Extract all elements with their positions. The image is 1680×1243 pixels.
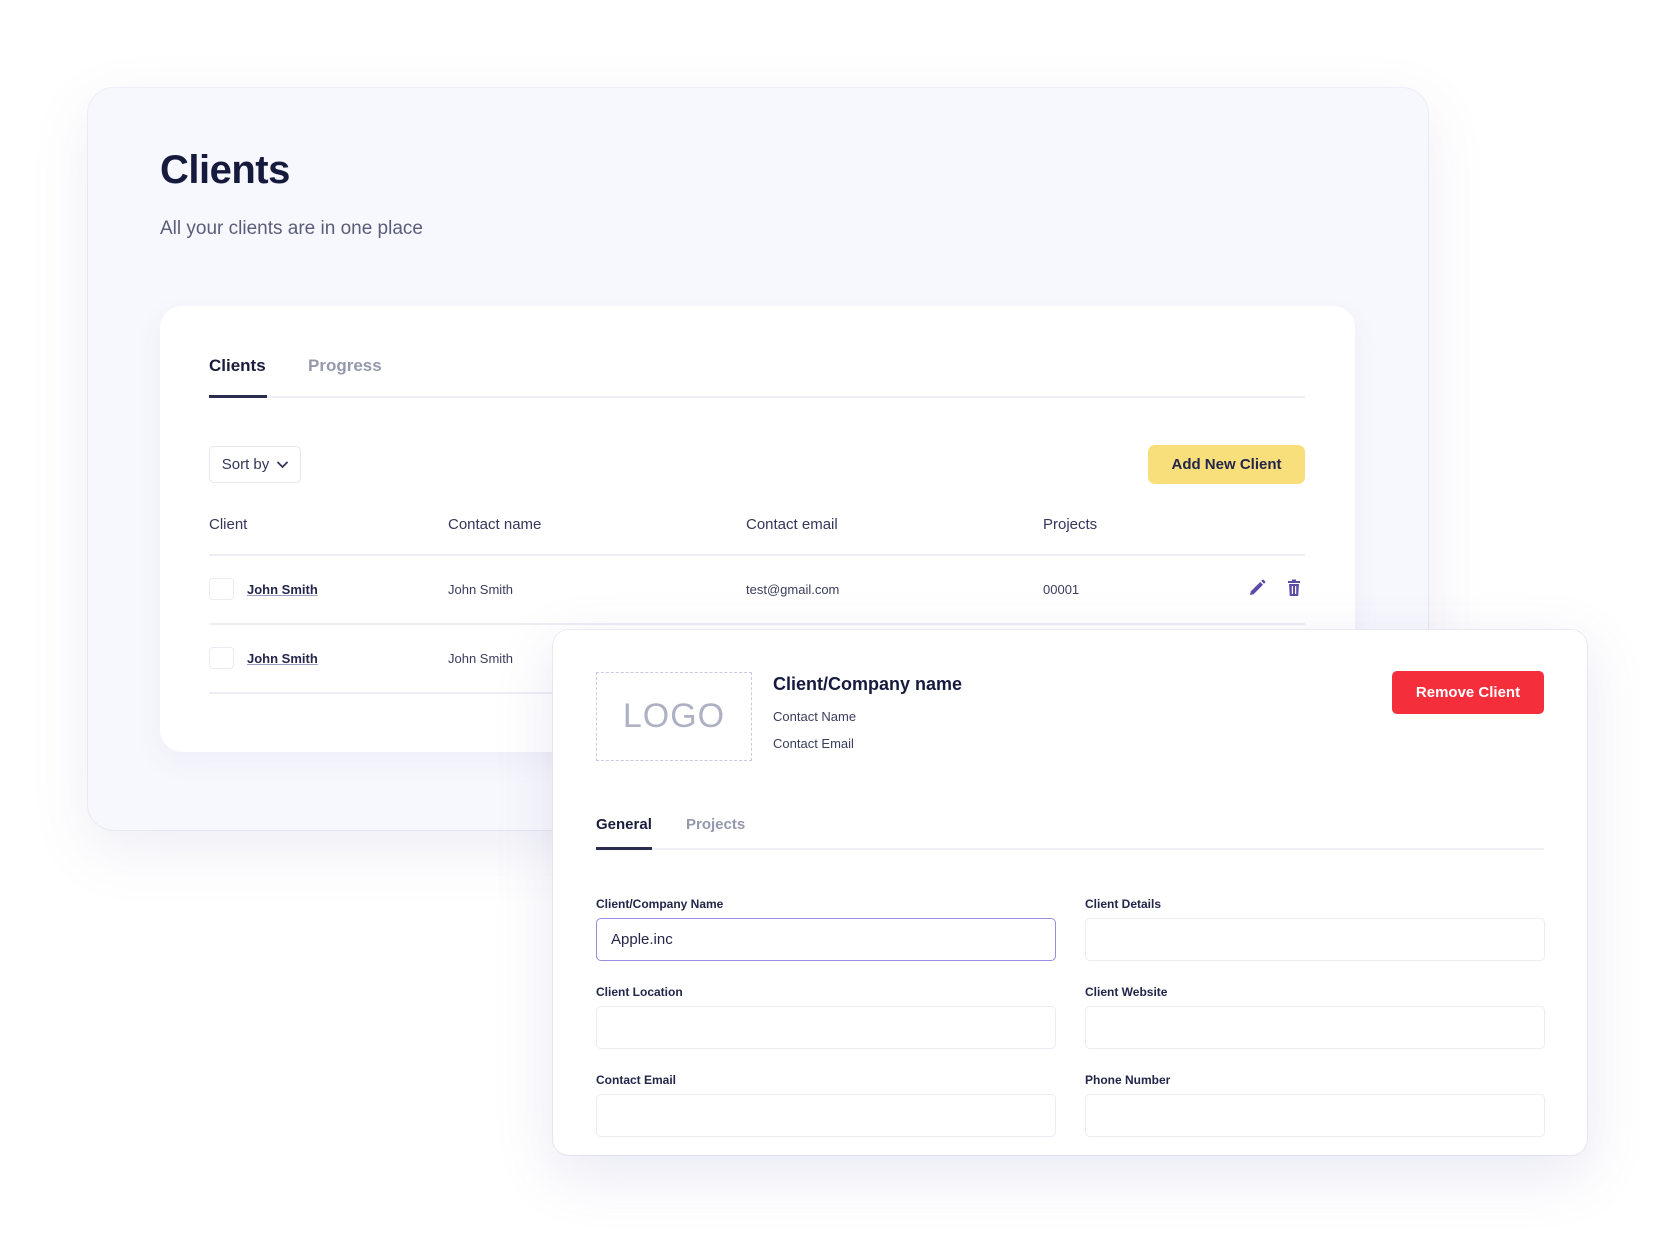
add-new-client-button[interactable]: Add New Client	[1148, 445, 1305, 484]
client-details-input[interactable]	[1085, 918, 1545, 961]
client-company-name: Client/Company name	[773, 674, 963, 694]
contact-name-cell: John Smith	[448, 651, 514, 666]
client-location-label: Client Location	[596, 985, 683, 999]
phone-number-input[interactable]	[1085, 1094, 1545, 1137]
row-checkbox[interactable]	[209, 578, 234, 600]
sort-by-dropdown[interactable]: Sort by	[209, 446, 301, 483]
sort-by-label: Sort by	[221, 456, 270, 473]
tab-clients[interactable]: Clients	[209, 356, 266, 376]
list-tabs: Clients Progress	[209, 306, 1305, 398]
projects-cell: 00001	[1043, 582, 1080, 597]
table-header: Client Contact name Contact email Projec…	[209, 502, 1305, 556]
client-website-label: Client Website	[1085, 985, 1168, 999]
company-name-input[interactable]	[596, 918, 1056, 961]
company-name-label: Client/Company Name	[596, 897, 724, 911]
trash-icon[interactable]	[1284, 578, 1304, 598]
chevron-down-icon	[277, 461, 289, 468]
active-tab-indicator	[209, 395, 267, 398]
client-name-link[interactable]: John Smith	[247, 651, 318, 666]
remove-client-button[interactable]: Remove Client	[1392, 671, 1544, 714]
client-location-input[interactable]	[596, 1006, 1056, 1049]
contact-name-cell: John Smith	[448, 582, 514, 597]
page-title: Clients	[160, 148, 290, 192]
contact-email-cell: test@gmail.com	[746, 582, 840, 597]
client-details-label: Client Details	[1085, 897, 1162, 911]
edit-icon[interactable]	[1247, 578, 1267, 598]
tab-general[interactable]: General	[596, 816, 652, 833]
client-logo-placeholder[interactable]: LOGO	[596, 672, 752, 761]
client-contact-email: Contact Email	[773, 736, 854, 751]
client-contact-name: Contact Name	[773, 709, 857, 724]
active-tab-indicator	[596, 847, 652, 850]
row-checkbox[interactable]	[209, 647, 234, 669]
column-header-client: Client	[209, 516, 248, 533]
column-header-contact-email: Contact email	[746, 516, 838, 533]
contact-email-label: Contact Email	[596, 1073, 677, 1087]
tab-projects[interactable]: Projects	[686, 816, 745, 833]
tab-progress[interactable]: Progress	[308, 356, 382, 376]
column-header-contact-name: Contact name	[448, 516, 542, 533]
detail-tabs: General Projects	[596, 780, 1544, 850]
client-website-input[interactable]	[1085, 1006, 1545, 1049]
column-header-projects: Projects	[1043, 516, 1098, 533]
contact-email-input[interactable]	[596, 1094, 1056, 1137]
phone-number-label: Phone Number	[1085, 1073, 1171, 1087]
page-subtitle: All your clients are in one place	[160, 218, 423, 239]
client-detail-card: LOGO Client/Company name Contact Name Co…	[553, 630, 1587, 1155]
client-name-link[interactable]: John Smith	[247, 582, 318, 597]
table-row: John Smith John Smith test@gmail.com 000…	[209, 556, 1305, 625]
